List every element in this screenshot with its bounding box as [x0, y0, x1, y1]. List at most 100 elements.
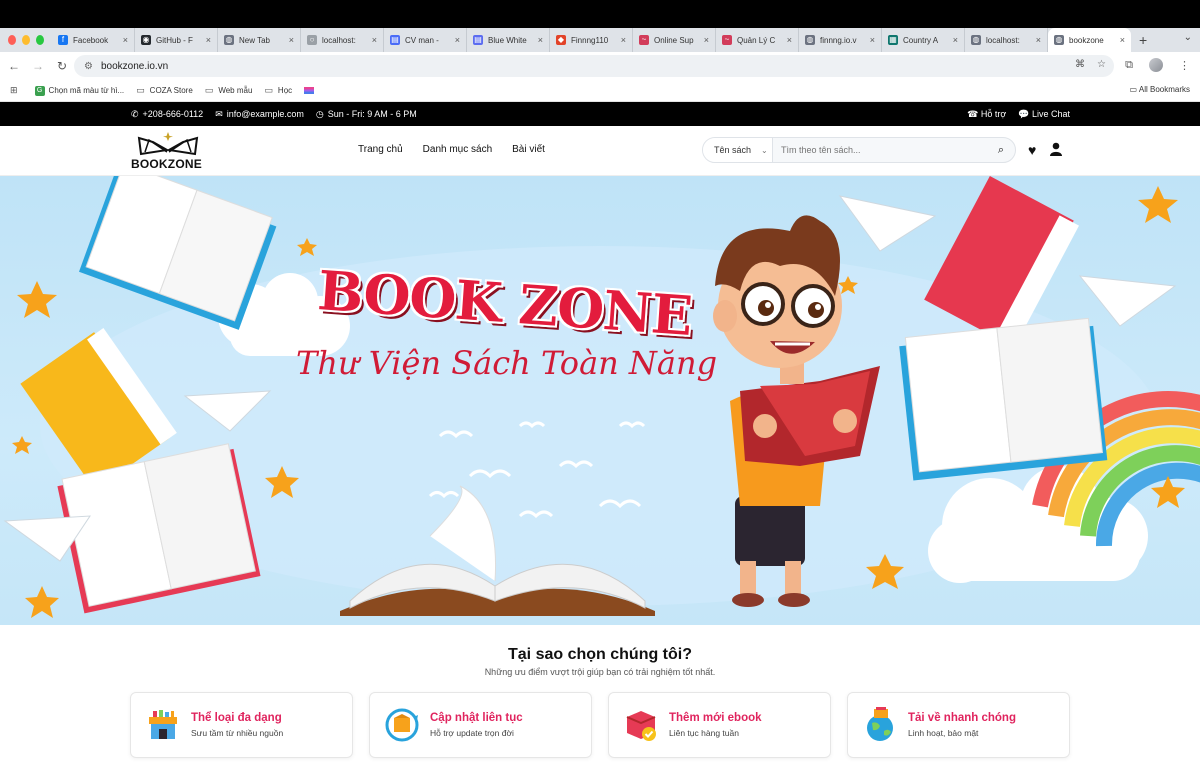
apps-icon[interactable]: ⊞: [10, 85, 23, 96]
headset-icon: ☎: [967, 109, 979, 119]
profile-avatar[interactable]: [1149, 58, 1163, 72]
tab-label: finnng.io.v: [820, 35, 857, 45]
phone-icon: ✆: [131, 109, 139, 119]
tab-close-icon[interactable]: ×: [372, 35, 377, 45]
tab-favicon-icon: ◍: [805, 35, 815, 45]
tab-favicon-icon: ▦: [888, 35, 898, 45]
open-book-logo-icon: [137, 132, 199, 156]
feature-desc: Linh hoạt, bảo mật: [908, 728, 979, 738]
global-delivery-icon: [867, 707, 893, 741]
nav-home[interactable]: Trang chủ: [358, 144, 403, 155]
nav-articles[interactable]: Bài viết: [512, 144, 545, 155]
email-info[interactable]: ✉ info@example.com: [215, 109, 304, 120]
tab-label: Finnng110: [571, 35, 609, 45]
search-input[interactable]: [773, 138, 987, 162]
minimize-window-button[interactable]: [22, 35, 30, 45]
browser-tab[interactable]: ▤ CV man - ×: [384, 28, 467, 52]
tab-label: New Tab: [239, 35, 270, 45]
tab-close-icon[interactable]: ×: [870, 35, 875, 45]
browser-tab[interactable]: ~ Online Sup ×: [633, 28, 716, 52]
tab-close-icon[interactable]: ×: [1036, 35, 1041, 45]
phone-info[interactable]: ✆ +208-666-0112: [131, 109, 203, 120]
new-tab-icon[interactable]: +: [1131, 32, 1155, 48]
close-window-button[interactable]: [8, 35, 16, 45]
bookmark-item[interactable]: ▭ COZA Store: [136, 85, 193, 96]
feature-card[interactable]: Cập nhật liên tục Hỗ trợ update trọn đời: [369, 692, 592, 758]
bookmark-item[interactable]: [304, 87, 315, 94]
url-bar[interactable]: ⚙ bookzone.io.vn ⌘ ☆: [74, 55, 1114, 77]
feature-desc: Liên tục hàng tuần: [669, 728, 739, 738]
browser-tab[interactable]: ▤ Blue White ×: [467, 28, 550, 52]
tab-close-icon[interactable]: ×: [621, 35, 626, 45]
nav-categories[interactable]: Danh mục sách: [423, 144, 492, 155]
browser-tab[interactable]: ◍ finnng.io.v ×: [799, 28, 882, 52]
stacked-icon: [304, 87, 315, 94]
why-section-title: Tại sao chọn chúng tôi?: [508, 646, 692, 663]
tab-close-icon[interactable]: ×: [704, 35, 709, 45]
browser-tab[interactable]: ◍ localhost: ×: [965, 28, 1048, 52]
hours-info: ◷ Sun - Fri: 9 AM - 6 PM: [315, 109, 417, 119]
tab-close-icon[interactable]: ×: [206, 35, 211, 45]
folder-icon: ▭: [204, 85, 214, 95]
tab-favicon-icon: ◍: [224, 35, 234, 45]
tab-search-icon[interactable]: ⌄: [1184, 32, 1192, 43]
translate-icon[interactable]: ⌘: [1075, 59, 1085, 70]
site-info-icon[interactable]: ⚙: [84, 61, 93, 72]
browser-tab[interactable]: ▦ Country A ×: [882, 28, 965, 52]
search-icon[interactable]: ⌕: [987, 144, 1015, 157]
bookmark-item[interactable]: G Chọn mã màu từ hì...: [34, 85, 124, 96]
tab-close-icon[interactable]: ×: [455, 35, 460, 45]
tab-label: localhost:: [986, 35, 1020, 45]
support-link[interactable]: ☎ Hỗ trợ: [967, 109, 1006, 120]
tab-close-icon[interactable]: ×: [953, 35, 958, 45]
browser-tab[interactable]: ◉ GitHub - F ×: [135, 28, 218, 52]
heart-icon[interactable]: ♥: [1028, 142, 1036, 159]
user-icon[interactable]: [1050, 142, 1063, 159]
why-section-subtitle: Những ưu điểm vượt trội giúp bạn có trải…: [484, 667, 716, 677]
live-chat-link[interactable]: 💬 Live Chat: [1018, 109, 1070, 120]
logo-text: BOOKZONE: [131, 157, 202, 171]
new-package-icon: [626, 711, 656, 741]
tab-label: Online Sup: [654, 35, 694, 45]
reload-icon[interactable]: ↻: [50, 59, 74, 73]
search-type-select[interactable]: Tên sách ⌄: [703, 138, 773, 162]
bookmark-item[interactable]: ▭ Học: [264, 85, 292, 96]
tab-label: GitHub - F: [156, 35, 193, 45]
hero-illustration: [3, 176, 1200, 618]
feature-card[interactable]: Tải về nhanh chóng Linh hoạt, bảo mật: [847, 692, 1070, 758]
browser-tab[interactable]: ~ Quản Lý C ×: [716, 28, 799, 52]
tab-close-icon[interactable]: ×: [1120, 35, 1125, 45]
tab-close-icon[interactable]: ×: [123, 35, 128, 45]
tab-favicon-icon: ◆: [556, 35, 566, 45]
url-text: bookzone.io.vn: [100, 60, 169, 72]
tab-close-icon[interactable]: ×: [289, 35, 294, 45]
extensions-icon[interactable]: ⧉: [1125, 59, 1133, 72]
all-bookmarks[interactable]: ▭ All Bookmarks: [1130, 85, 1190, 94]
tab-close-icon[interactable]: ×: [787, 35, 792, 45]
feature-desc: Sưu tầm từ nhiều nguồn: [191, 728, 284, 738]
feature-desc: Hỗ trợ update trọn đời: [430, 728, 514, 738]
menu-icon[interactable]: ⋮: [1179, 59, 1190, 72]
tab-favicon-icon: ~: [639, 35, 649, 45]
back-icon[interactable]: ←: [2, 59, 26, 73]
tab-close-icon[interactable]: ×: [538, 35, 543, 45]
browser-tab[interactable]: ◍ bookzone ×: [1048, 28, 1131, 52]
browser-tab[interactable]: f Facebook ×: [52, 28, 135, 52]
chevron-down-icon: ⌄: [761, 145, 768, 155]
site-logo[interactable]: BOOKZONE: [131, 130, 205, 172]
forward-icon[interactable]: →: [26, 59, 50, 73]
search-bar: Tên sách ⌄ ⌕: [702, 137, 1016, 163]
tabs: f Facebook × ◉ GitHub - F × ◍ New Tab × ○ localhos…: [52, 28, 1131, 52]
bookmark-favicon-icon: G: [34, 85, 45, 96]
tab-label: localhost:: [322, 35, 356, 45]
browser-tab[interactable]: ◍ New Tab ×: [218, 28, 301, 52]
bookmark-star-icon[interactable]: ☆: [1097, 59, 1106, 70]
bookmark-item[interactable]: ▭ Web mẫu: [205, 85, 253, 96]
chat-icon: 💬: [1018, 109, 1030, 119]
feature-card[interactable]: Thể loại đa dạng Sưu tầm từ nhiều nguồn: [130, 692, 353, 758]
hero-banner: BOOK ZONE Thư Viện Sách Toàn Năng: [0, 176, 1200, 625]
maximize-window-button[interactable]: [36, 35, 44, 45]
browser-tab[interactable]: ○ localhost: ×: [301, 28, 384, 52]
browser-tab[interactable]: ◆ Finnng110 ×: [550, 28, 633, 52]
feature-card[interactable]: Thêm mới ebook Liên tục hàng tuần: [608, 692, 831, 758]
